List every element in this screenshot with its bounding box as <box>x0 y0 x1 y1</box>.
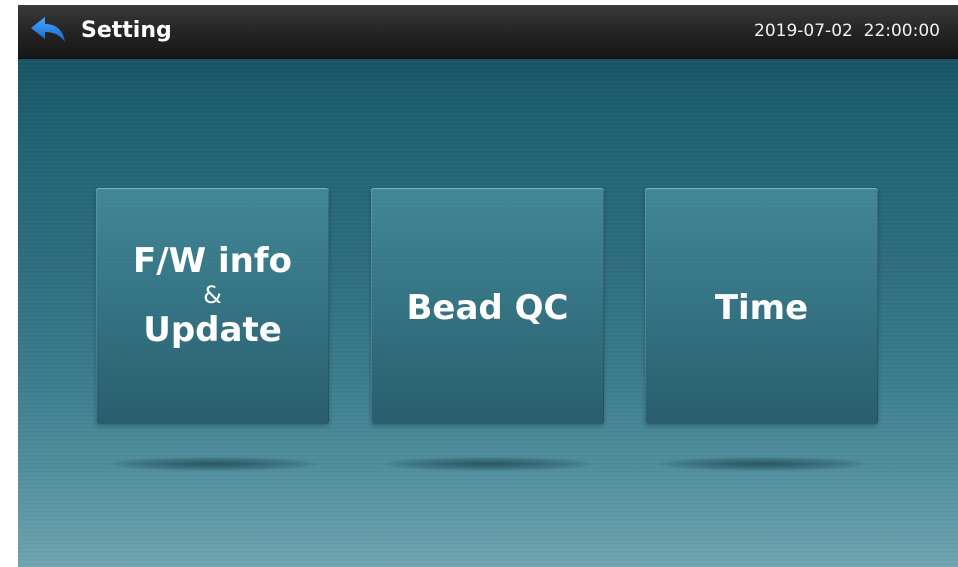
time-button[interactable]: Time <box>645 188 878 424</box>
back-arrow-icon <box>31 17 65 42</box>
bead-qc-label: Bead QC <box>406 288 569 328</box>
datetime-display: 2019-07-02 22:00:00 <box>754 21 940 41</box>
time-label: Time <box>714 288 809 328</box>
tile-reflection <box>658 457 868 471</box>
update-line: Update <box>143 310 282 350</box>
back-button[interactable] <box>28 15 68 47</box>
fw-info-update-label: F/W info & Update <box>96 242 329 350</box>
fw-info-line: F/W info <box>133 241 292 281</box>
page-title: Setting <box>81 18 172 43</box>
ampersand-line: & <box>203 281 222 309</box>
bead-qc-button[interactable]: Bead QC <box>371 188 604 424</box>
fw-info-update-button[interactable]: F/W info & Update <box>96 188 329 424</box>
tile-reflection <box>383 457 593 471</box>
screen: Setting 2019-07-02 22:00:00 F/W info & U… <box>18 5 958 567</box>
top-bar: Setting 2019-07-02 22:00:00 <box>18 5 958 59</box>
tile-reflection <box>108 457 318 471</box>
